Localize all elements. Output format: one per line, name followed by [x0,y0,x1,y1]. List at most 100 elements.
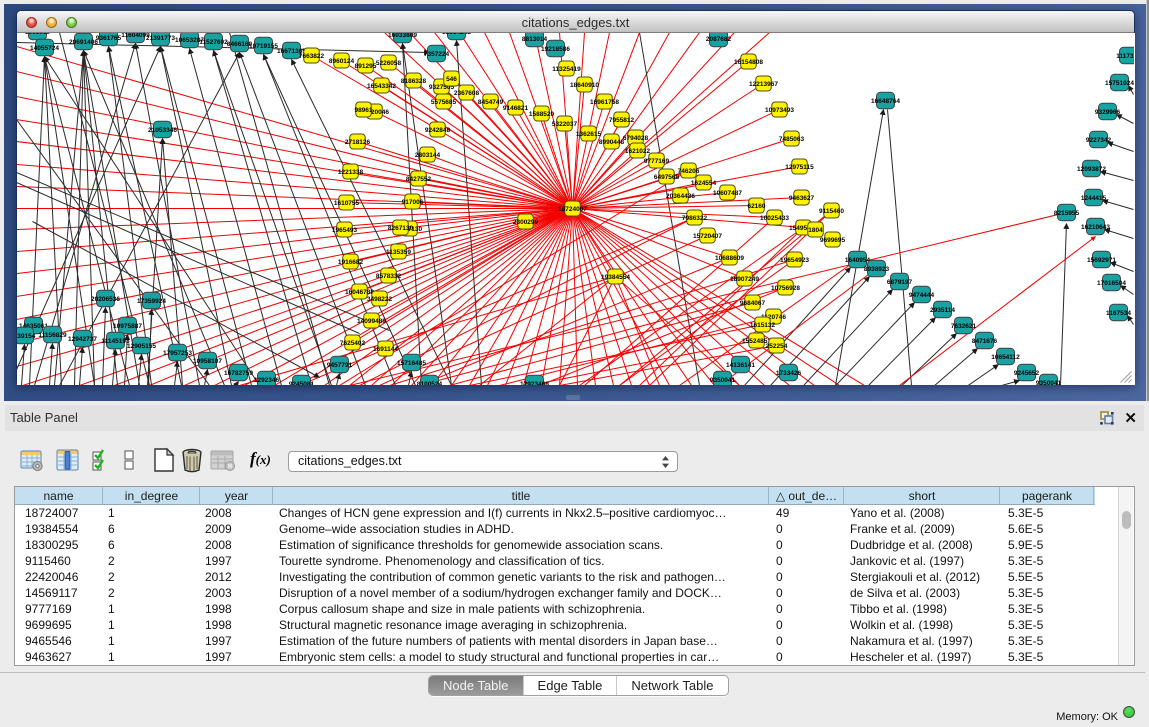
svg-text:8960124: 8960124 [329,57,355,64]
svg-text:10607487: 10607487 [713,189,742,196]
svg-text:1117310: 1117310 [1116,52,1134,59]
svg-text:20364436: 20364436 [666,192,695,199]
svg-text:62160: 62160 [747,202,765,209]
svg-text:20206536: 20206536 [91,295,120,302]
svg-text:9699695: 9699695 [820,236,846,243]
svg-text:10756928: 10756928 [771,284,800,291]
svg-text:8578332: 8578332 [376,272,402,279]
svg-text:20691406: 20691406 [69,38,98,45]
svg-text:1965493: 1965493 [332,226,358,233]
svg-text:10719155: 10719155 [249,42,278,49]
svg-text:1691144: 1691144 [373,345,398,352]
svg-text:10973493: 10973493 [765,106,794,113]
svg-text:939154: 939154 [17,332,36,339]
svg-text:9146821: 9146821 [503,104,529,111]
svg-text:8427552: 8427552 [406,175,432,182]
svg-text:1615132: 1615132 [750,321,776,328]
svg-text:1733426: 1733426 [776,369,802,376]
svg-text:8215955: 8215955 [1054,209,1080,216]
svg-text:1916682: 1916682 [338,258,364,265]
svg-text:15514242: 15514242 [442,33,471,36]
svg-text:252254: 252254 [766,342,788,349]
svg-text:1624554: 1624554 [691,179,717,186]
svg-text:7625402: 7625402 [340,339,366,346]
svg-text:15716485: 15716485 [397,359,426,366]
svg-text:9361765: 9361765 [96,34,122,41]
svg-text:14099489: 14099489 [357,317,386,324]
svg-text:1804: 1804 [808,226,823,233]
svg-text:9777169: 9777169 [644,157,670,164]
svg-text:10688609: 10688609 [715,254,744,261]
svg-text:9474444: 9474444 [909,291,935,298]
svg-text:16046788: 16046788 [345,288,374,295]
svg-text:8267130: 8267130 [388,224,414,231]
svg-text:746206: 746206 [678,167,700,174]
svg-text:16154808: 16154808 [734,58,763,65]
svg-text:9350041: 9350041 [1036,379,1062,384]
svg-text:12905155: 12905155 [127,342,156,349]
svg-text:21053346: 21053346 [148,126,177,133]
svg-text:17016504: 17016504 [1097,279,1126,286]
svg-text:8100524: 8100524 [417,380,443,384]
svg-text:16033809: 16033809 [388,33,417,39]
svg-text:1221338: 1221338 [338,168,364,175]
svg-text:7663822: 7663822 [299,52,325,59]
svg-text:8186328: 8186328 [401,77,427,84]
svg-text:6497568: 6497568 [654,173,680,180]
svg-text:19654923: 19654923 [780,256,809,263]
svg-text:2935114: 2935114 [930,306,955,313]
svg-text:11527602: 11527602 [199,38,228,45]
svg-text:1167534: 1167534 [1106,309,1131,316]
svg-text:11156829: 11156829 [38,331,67,338]
svg-text:15692971: 15692971 [1087,256,1116,263]
svg-text:9245652: 9245652 [1014,369,1040,376]
svg-text:19218586: 19218586 [541,45,570,52]
svg-text:14136141: 14136141 [726,361,755,368]
svg-text:9115460: 9115460 [819,207,844,214]
svg-text:11145193: 11145193 [101,337,130,344]
svg-text:9227342: 9227342 [1086,136,1112,143]
svg-text:891295: 891295 [355,62,377,69]
svg-text:2300299: 2300299 [513,218,539,225]
svg-text:12942737: 12942737 [68,335,97,342]
svg-text:12975115: 12975115 [785,163,814,170]
svg-text:3498222: 3498222 [367,295,393,302]
svg-text:15751024: 15751024 [1105,79,1134,86]
svg-text:5575685: 5575685 [431,98,457,105]
svg-text:917006: 917006 [402,198,424,205]
svg-text:10958107: 10958107 [193,357,222,364]
svg-text:7485063: 7485063 [779,135,805,142]
svg-text:9684067: 9684067 [740,299,766,306]
svg-text:8813014: 8813014 [522,35,548,42]
svg-text:7986322: 7986322 [682,214,708,221]
svg-text:7357224: 7357224 [424,50,450,57]
svg-text:12213967: 12213967 [749,80,778,87]
svg-text:18724007: 18724007 [558,205,587,212]
svg-text:8990448: 8990448 [599,138,625,145]
svg-text:9242848: 9242848 [425,126,451,133]
svg-text:6879197: 6879197 [887,278,913,285]
svg-text:10975887: 10975887 [113,322,142,329]
svg-text:16210643: 16210643 [1081,223,1110,230]
svg-text:2718126: 2718126 [345,138,371,145]
svg-text:2803144: 2803144 [415,151,441,158]
svg-text:1135359: 1135359 [386,248,411,255]
svg-text:1362615: 1362615 [576,130,602,137]
svg-text:1640954: 1640954 [845,256,871,263]
svg-text:21391773: 21391773 [146,34,175,41]
svg-text:2367608: 2367608 [454,89,480,96]
svg-text:1588520: 1588520 [529,110,555,117]
svg-text:8454749: 8454749 [478,98,504,105]
svg-text:16648764: 16648764 [871,97,900,104]
svg-text:1244415: 1244415 [1081,194,1107,201]
svg-text:10025433: 10025433 [760,214,789,221]
svg-text:9457791: 9457791 [327,361,353,368]
svg-text:8938923: 8938923 [864,265,890,272]
svg-text:1903919: 1903919 [25,33,51,36]
svg-text:16961758: 16961758 [590,98,619,105]
svg-text:1621022: 1621022 [625,147,651,154]
svg-text:18907249: 18907249 [730,275,759,282]
svg-text:1610755: 1610755 [334,199,360,206]
svg-text:17957253: 17957253 [163,349,192,356]
svg-text:98961: 98961 [354,106,372,113]
